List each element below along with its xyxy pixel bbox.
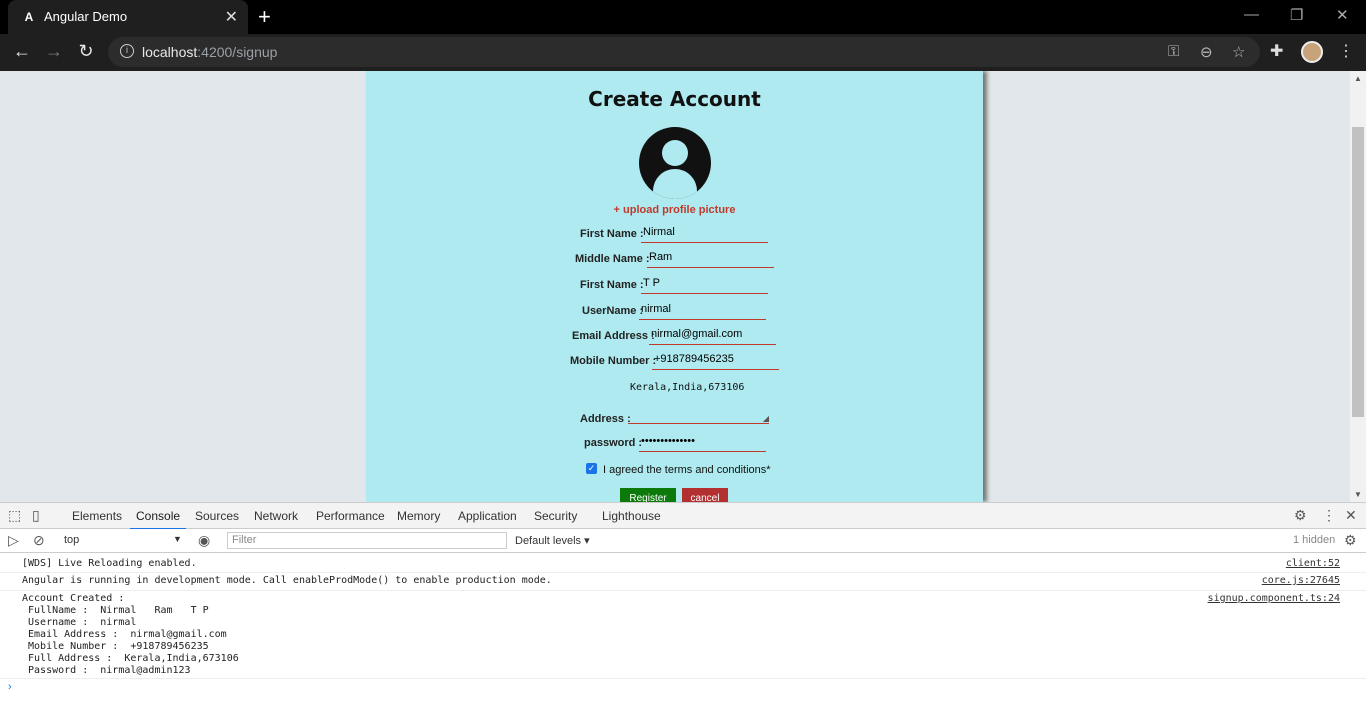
console-message: Account Created : FullName : Nirmal Ram … bbox=[0, 591, 1366, 679]
more-options-icon[interactable]: ⋮ bbox=[1322, 507, 1336, 524]
hidden-count: 1 hidden bbox=[1293, 534, 1336, 546]
mobile-label: Mobile Number : bbox=[570, 355, 657, 367]
devtools-panel: ⬚ ▯ Elements Console Sources Network Per… bbox=[0, 502, 1366, 713]
chevron-down-icon[interactable]: ▼ bbox=[173, 534, 182, 544]
restore-icon[interactable]: ❐ bbox=[1290, 6, 1303, 24]
upload-profile-link[interactable]: + upload profile picture bbox=[366, 204, 983, 216]
mobile-input[interactable]: +918789456235 bbox=[652, 353, 779, 370]
extensions-icon[interactable]: ✚ bbox=[1270, 41, 1283, 61]
tab-elements[interactable]: Elements bbox=[72, 509, 122, 523]
address-textarea[interactable]: ◢ bbox=[628, 412, 769, 424]
middle-name-label: Middle Name : bbox=[575, 253, 650, 265]
password-input[interactable]: •••••••••••••• bbox=[639, 435, 766, 452]
username-input[interactable]: nirmal bbox=[639, 303, 766, 320]
tab-application[interactable]: Application bbox=[458, 509, 517, 523]
username-label: UserName : bbox=[582, 305, 644, 317]
close-devtools-icon[interactable]: ✕ bbox=[1345, 507, 1357, 524]
register-button[interactable]: Register bbox=[620, 488, 676, 502]
log-source-link[interactable]: client:52 bbox=[1286, 558, 1340, 569]
email-input[interactable]: nirmal@gmail.com bbox=[649, 328, 776, 345]
minimize-icon[interactable]: — bbox=[1244, 6, 1259, 23]
resize-grip-icon[interactable]: ◢ bbox=[763, 414, 769, 423]
log-levels-dropdown[interactable]: Default levels ▾ bbox=[515, 534, 590, 547]
console-settings-icon[interactable]: ⚙ bbox=[1344, 532, 1357, 549]
eye-icon[interactable]: ◉ bbox=[198, 532, 210, 549]
address-label: Address : bbox=[580, 413, 631, 425]
angular-logo-icon: A bbox=[24, 10, 34, 24]
console-prompt-icon[interactable]: › bbox=[8, 681, 12, 693]
profile-picture-icon[interactable] bbox=[639, 127, 711, 199]
signup-card: Create Account + upload profile picture … bbox=[366, 71, 983, 502]
clear-console-icon[interactable]: ⊘ bbox=[33, 532, 45, 549]
profile-avatar[interactable] bbox=[1301, 41, 1323, 63]
last-name-input[interactable]: T P bbox=[641, 277, 768, 294]
tab-security[interactable]: Security bbox=[534, 509, 577, 523]
log-source-link[interactable]: core.js:27645 bbox=[1262, 575, 1340, 586]
tab-network[interactable]: Network bbox=[254, 509, 298, 523]
console-message: [WDS] Live Reloading enabled. client:52 bbox=[0, 555, 1366, 573]
terms-checkbox[interactable]: ✓ bbox=[586, 463, 597, 474]
address-bar[interactable]: i localhost:4200/signup ⚿ ⊖ ☆ bbox=[108, 37, 1260, 67]
log-text: Angular is running in development mode. … bbox=[22, 575, 552, 586]
browser-tab[interactable]: A Angular Demo ✕ bbox=[8, 0, 248, 34]
tab-sources[interactable]: Sources bbox=[195, 509, 239, 523]
tab-title: Angular Demo bbox=[44, 9, 128, 24]
cancel-button[interactable]: cancel bbox=[682, 488, 728, 502]
page-title: Create Account bbox=[588, 87, 761, 111]
url-text[interactable]: localhost:4200/signup bbox=[142, 44, 277, 60]
window-close-icon[interactable]: ✕ bbox=[1336, 6, 1349, 24]
tab-lighthouse[interactable]: Lighthouse bbox=[602, 509, 661, 523]
first-name-label: First Name : bbox=[580, 228, 644, 240]
device-toolbar-icon[interactable]: ▯ bbox=[32, 507, 40, 524]
key-icon[interactable]: ⚿ bbox=[1168, 43, 1179, 60]
console-toolbar: ▷ ⊘ top ▼ ◉ Filter Default levels ▾ 1 hi… bbox=[0, 529, 1366, 553]
log-text: [WDS] Live Reloading enabled. bbox=[22, 558, 197, 569]
close-tab-icon[interactable]: ✕ bbox=[225, 7, 238, 27]
first-name-input[interactable]: Nirmal bbox=[641, 226, 768, 243]
log-text: Account Created : FullName : Nirmal Ram … bbox=[22, 593, 239, 676]
log-source-link[interactable]: signup.component.ts:24 bbox=[1208, 593, 1340, 604]
context-select[interactable]: top bbox=[64, 534, 79, 546]
reload-icon[interactable]: ↻ bbox=[74, 41, 98, 62]
new-tab-icon[interactable]: + bbox=[258, 4, 271, 30]
scrollbar-thumb[interactable] bbox=[1352, 127, 1364, 417]
tab-memory[interactable]: Memory bbox=[397, 509, 440, 523]
filter-input[interactable]: Filter bbox=[227, 532, 507, 549]
scroll-down-icon[interactable]: ▼ bbox=[1354, 490, 1362, 499]
middle-name-input[interactable]: Ram bbox=[647, 251, 774, 268]
browser-toolbar: ← → ↻ i localhost:4200/signup ⚿ ⊖ ☆ ✚ ⋮ bbox=[0, 34, 1366, 71]
bookmark-star-icon[interactable]: ☆ bbox=[1232, 43, 1245, 61]
forward-icon[interactable]: → bbox=[42, 41, 66, 62]
last-name-label: First Name : bbox=[580, 279, 644, 291]
email-label: Email Address : bbox=[572, 330, 655, 342]
console-message: Angular is running in development mode. … bbox=[0, 573, 1366, 591]
tab-performance[interactable]: Performance bbox=[316, 509, 385, 523]
address-display: Kerala,India,673106 bbox=[630, 382, 745, 393]
site-info-icon[interactable]: i bbox=[120, 44, 134, 58]
password-label: password : bbox=[584, 437, 643, 449]
gear-icon[interactable]: ⚙ bbox=[1294, 507, 1307, 524]
browser-menu-icon[interactable]: ⋮ bbox=[1338, 41, 1354, 61]
tab-console[interactable]: Console bbox=[129, 509, 187, 530]
zoom-icon[interactable]: ⊖ bbox=[1200, 43, 1213, 61]
inspect-element-icon[interactable]: ⬚ bbox=[8, 507, 21, 524]
terms-label: I agreed the terms and conditions* bbox=[603, 464, 771, 476]
scroll-up-icon[interactable]: ▲ bbox=[1354, 74, 1362, 83]
back-icon[interactable]: ← bbox=[10, 41, 34, 62]
page-scrollbar[interactable]: ▲ ▼ bbox=[1350, 71, 1366, 502]
tab-strip: A Angular Demo ✕ + — ❐ ✕ bbox=[0, 0, 1366, 34]
sidebar-toggle-icon[interactable]: ▷ bbox=[8, 532, 19, 549]
page-viewport: Create Account + upload profile picture … bbox=[0, 71, 1350, 502]
devtools-tabbar: ⬚ ▯ Elements Console Sources Network Per… bbox=[0, 503, 1366, 530]
